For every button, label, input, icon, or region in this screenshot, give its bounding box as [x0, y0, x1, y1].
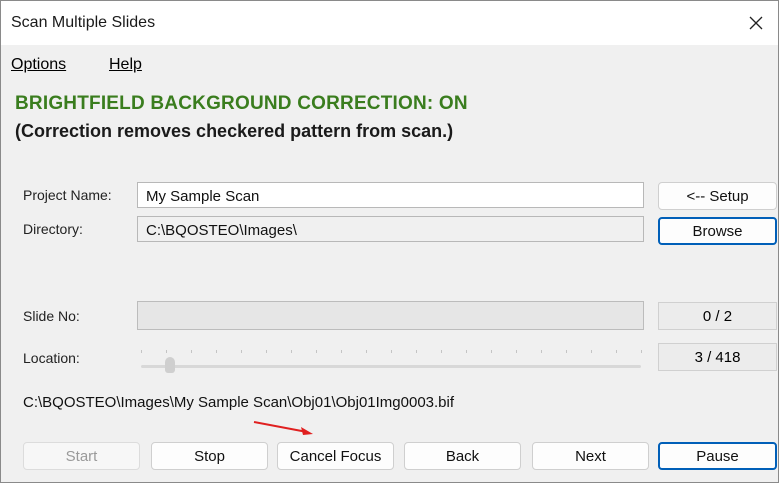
slider-tick — [191, 350, 192, 353]
close-button[interactable] — [734, 1, 778, 45]
setup-button[interactable]: <-- Setup — [658, 182, 777, 210]
menu-options[interactable]: Options — [11, 56, 66, 74]
slider-tick — [416, 350, 417, 353]
location-counter: 3 / 418 — [658, 343, 777, 371]
slider-tick — [166, 350, 167, 353]
menu-options-label: Options — [11, 56, 67, 73]
start-button[interactable]: Start — [23, 442, 140, 470]
slider-tick — [141, 350, 142, 353]
slider-tick — [441, 350, 442, 353]
cancel-focus-button[interactable]: Cancel Focus — [277, 442, 394, 470]
location-slider[interactable] — [141, 343, 646, 373]
slider-tick — [491, 350, 492, 353]
browse-button[interactable]: Browse — [658, 217, 777, 245]
slider-tick — [366, 350, 367, 353]
close-icon — [749, 16, 763, 30]
slider-tick — [641, 350, 642, 353]
slide-counter: 0 / 2 — [658, 302, 777, 330]
slider-tick — [341, 350, 342, 353]
slider-tick — [391, 350, 392, 353]
back-button[interactable]: Back — [404, 442, 521, 470]
window-title: Scan Multiple Slides — [11, 14, 156, 31]
project-name-input[interactable]: My Sample Scan — [137, 182, 644, 208]
slider-tick — [241, 350, 242, 353]
slide-no-label: Slide No: — [23, 308, 80, 324]
next-button[interactable]: Next — [532, 442, 649, 470]
slider-tick — [566, 350, 567, 353]
annotation-arrow-icon — [253, 421, 313, 435]
stop-button[interactable]: Stop — [151, 442, 268, 470]
location-label: Location: — [23, 350, 80, 366]
slider-tick — [316, 350, 317, 353]
pause-button[interactable]: Pause — [658, 442, 777, 470]
correction-status-title: BRIGHTFIELD BACKGROUND CORRECTION: ON — [15, 93, 468, 114]
title-bar: Scan Multiple Slides — [1, 1, 778, 45]
slider-tick — [591, 350, 592, 353]
scan-multiple-slides-window: Scan Multiple Slides Options Help BRIGHT… — [0, 0, 779, 483]
location-slider-thumb[interactable] — [164, 357, 175, 373]
current-file-path: C:\BQOSTEO\Images\My Sample Scan\Obj01\O… — [23, 394, 455, 411]
slider-tick — [216, 350, 217, 353]
menu-help[interactable]: Help — [109, 56, 142, 74]
slider-tick — [616, 350, 617, 353]
slider-tick — [466, 350, 467, 353]
correction-status-subtitle: (Correction removes checkered pattern fr… — [15, 121, 454, 141]
slider-tick — [291, 350, 292, 353]
slider-tick — [541, 350, 542, 353]
directory-field[interactable]: C:\BQOSTEO\Images\ — [137, 216, 644, 242]
slide-progress-bar — [137, 301, 644, 330]
directory-label: Directory: — [23, 221, 83, 237]
menu-help-label: Help — [109, 56, 142, 73]
location-slider-track — [141, 365, 641, 368]
project-name-label: Project Name: — [23, 187, 112, 203]
slider-tick — [266, 350, 267, 353]
menu-bar: Options Help — [1, 50, 778, 80]
slider-tick — [516, 350, 517, 353]
